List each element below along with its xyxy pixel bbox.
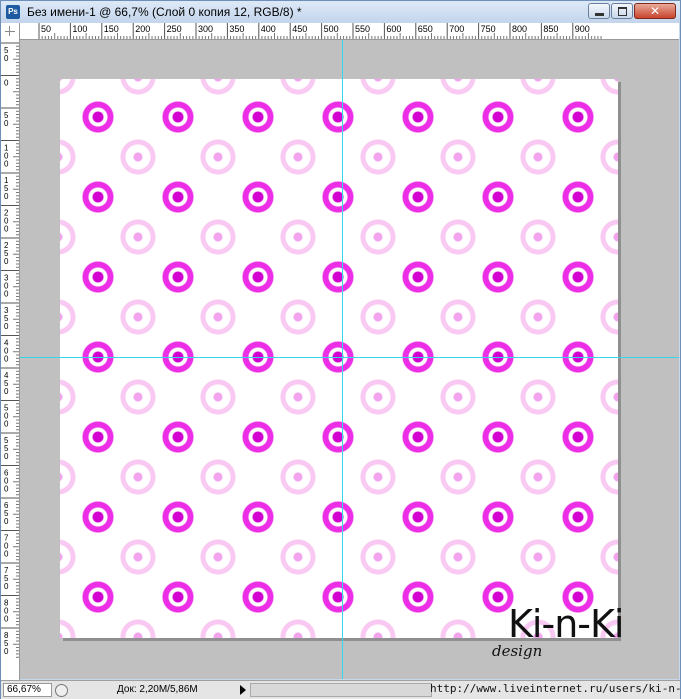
zoom-field[interactable]: 66,67%: [3, 683, 52, 697]
ruler-label-digit: 0: [4, 257, 9, 266]
horizontal-ruler-ticks: 50 100 150 200 250 300 350 400 450 500 550 600 650 70…: [38, 23, 602, 39]
ruler-label-digit: 0: [4, 192, 9, 201]
horizontal-scrollbar[interactable]: [250, 683, 432, 697]
ruler-label: 150: [104, 24, 119, 34]
document-window: Ps Без имени-1 @ 66,7% (Слой 0 копия 12,…: [0, 0, 681, 699]
ruler-label-digit: 0: [4, 452, 9, 461]
status-menu-arrow-icon[interactable]: [240, 685, 246, 695]
vertical-ruler-ticks: 5005010015020025030035040045050055060065…: [1, 42, 19, 658]
ruler-label-digit: 0: [4, 517, 9, 526]
maximize-icon: [618, 7, 627, 16]
ruler-label: 600: [386, 24, 401, 34]
watermark-design: design: [492, 642, 543, 660]
horizontal-guide[interactable]: [20, 357, 679, 358]
ruler-label-digit: 0: [4, 582, 9, 591]
ruler-label-digit: 0: [4, 387, 9, 396]
ruler-label-digit: 0: [4, 615, 9, 624]
ruler-label-digit: 0: [4, 485, 9, 494]
ruler-label-digit: 0: [4, 54, 9, 63]
minimize-icon: [595, 13, 604, 16]
maximize-button[interactable]: [611, 3, 633, 19]
ruler-label: 350: [229, 24, 244, 34]
ruler-label-digit: 0: [4, 420, 9, 429]
ruler-label-digit: 0: [4, 79, 9, 88]
ruler-label: 700: [449, 24, 464, 34]
ruler-label: 400: [261, 24, 276, 34]
close-button[interactable]: ✕: [634, 3, 676, 19]
watermark-logo: Ki-n-Ki: [508, 602, 624, 646]
ruler-label: 300: [198, 24, 213, 34]
ruler-label: 500: [324, 24, 339, 34]
ruler-label: 800: [512, 24, 527, 34]
vertical-guide[interactable]: [342, 40, 343, 679]
doc-size: Док: 2,20M/5,86M: [117, 684, 198, 695]
pattern-canvas[interactable]: Ki-n-Ki design: [60, 79, 624, 660]
close-icon: ✕: [649, 4, 661, 18]
ruler-label-digit: 0: [4, 119, 9, 128]
ruler-origin[interactable]: [1, 23, 20, 40]
canvas-area[interactable]: Ki-n-Ki design: [20, 40, 679, 679]
status-icon[interactable]: [55, 684, 68, 697]
horizontal-ruler[interactable]: 50 100 150 200 250 300 350 400 450 500 550 600 650 70…: [20, 23, 679, 40]
ruler-label-digit: 0: [4, 647, 9, 656]
ruler-label: 750: [481, 24, 496, 34]
ruler-label: 850: [543, 24, 558, 34]
window-title: Без имени-1 @ 66,7% (Слой 0 копия 12, RG…: [27, 5, 302, 19]
ruler-label: 900: [575, 24, 590, 34]
source-url: http://www.liveinternet.ru/users/ki-n-ki…: [430, 682, 681, 695]
ruler-label: 450: [292, 24, 307, 34]
ruler-label-digit: 0: [4, 550, 9, 559]
vertical-ruler[interactable]: 5005010015020025030035040045050055060065…: [1, 39, 20, 680]
ruler-label-digit: 0: [4, 160, 9, 169]
title-bar[interactable]: Ps Без имени-1 @ 66,7% (Слой 0 копия 12,…: [1, 1, 680, 23]
ruler-label: 50: [41, 24, 51, 34]
ruler-label: 200: [135, 24, 150, 34]
ruler-label: 650: [418, 24, 433, 34]
minimize-button[interactable]: [588, 3, 610, 19]
ruler-label: 250: [167, 24, 182, 34]
ruler-label: 100: [72, 24, 87, 34]
ruler-label-digit: 0: [4, 225, 9, 234]
ruler-label-digit: 0: [4, 322, 9, 331]
photoshop-icon: Ps: [6, 5, 20, 19]
ruler-label-digit: 0: [4, 290, 9, 299]
status-bar: 66,67% Док: 2,20M/5,86M http://www.livei…: [1, 680, 681, 699]
ruler-label: 550: [355, 24, 370, 34]
ruler-label-digit: 0: [4, 355, 9, 364]
